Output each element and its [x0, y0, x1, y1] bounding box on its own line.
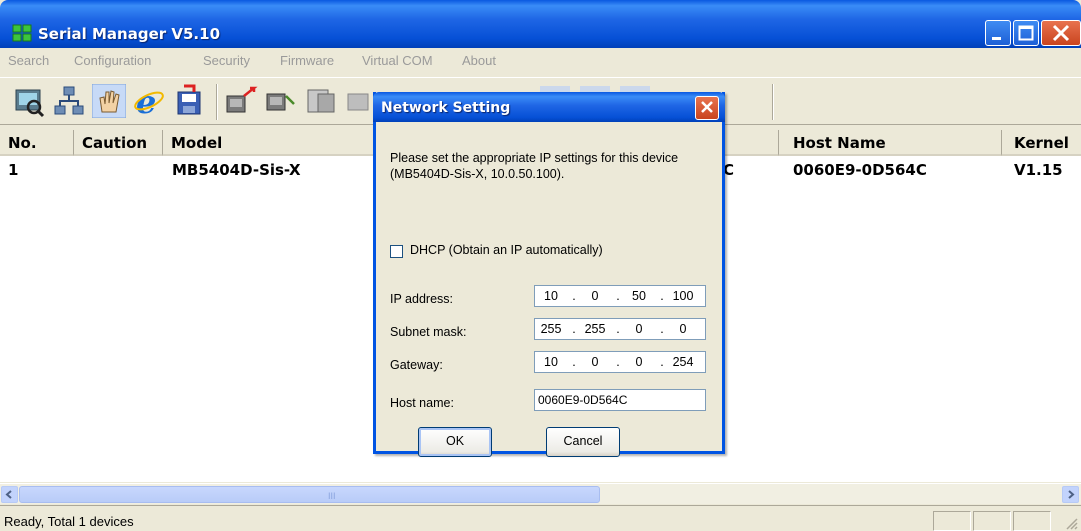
ip-dot: . [572, 289, 576, 303]
maximize-button[interactable] [1013, 20, 1039, 46]
dialog-title-bar[interactable]: Network Setting [373, 92, 725, 122]
ip-dot: . [572, 355, 576, 369]
upload-device-icon[interactable] [224, 84, 258, 118]
minimize-icon [992, 37, 1001, 40]
save-icon[interactable] [172, 84, 206, 118]
maximize-icon [1018, 25, 1034, 41]
dhcp-label[interactable]: DHCP (Obtain an IP automatically) [410, 243, 603, 257]
config-icon[interactable] [304, 84, 338, 118]
mask-octet-2[interactable]: 255 [579, 322, 611, 336]
subnet-mask-label: Subnet mask: [390, 325, 467, 339]
toolbar-separator [772, 84, 774, 120]
gw-octet-2[interactable]: 0 [579, 355, 611, 369]
mask-octet-4[interactable]: 0 [667, 322, 699, 336]
toolbar-separator [216, 84, 218, 120]
mask-octet-1[interactable]: 255 [535, 322, 567, 336]
horizontal-scrollbar[interactable]: III [0, 483, 1081, 504]
gw-octet-1[interactable]: 10 [535, 355, 567, 369]
scroll-left-button[interactable] [1, 486, 18, 503]
close-button[interactable] [1041, 20, 1081, 46]
mask-octet-3[interactable]: 0 [623, 322, 655, 336]
cell-host-name: 0060E9-0D564C [793, 161, 927, 179]
menu-about[interactable]: About [462, 53, 496, 68]
status-text: Ready, Total 1 devices [4, 514, 134, 529]
ip-dot: . [616, 289, 620, 303]
ok-button[interactable]: OK [418, 427, 492, 457]
menu-configuration[interactable]: Configuration [74, 53, 151, 68]
window-title: Serial Manager V5.10 [38, 25, 220, 43]
close-icon [701, 101, 713, 113]
status-pane [933, 511, 971, 531]
ip-dot: . [660, 355, 664, 369]
cell-model: MB5404D-Sis-X [172, 161, 301, 179]
menu-security[interactable]: Security [203, 53, 250, 68]
locate-hand-icon[interactable] [92, 84, 126, 118]
menu-firmware[interactable]: Firmware [280, 53, 334, 68]
cell-no: 1 [8, 161, 19, 179]
cancel-button[interactable]: Cancel [546, 427, 620, 457]
gw-octet-4[interactable]: 254 [667, 355, 699, 369]
status-pane [973, 511, 1011, 531]
ip-dot: . [616, 355, 620, 369]
column-header-kernel[interactable]: Kernel [1002, 130, 1081, 156]
menu-bar: Search Configuration Security Firmware V… [0, 48, 1081, 76]
search-device-icon[interactable] [12, 84, 46, 118]
status-pane [1013, 511, 1051, 531]
gateway-label: Gateway: [390, 358, 443, 372]
ip-address-label: IP address: [390, 292, 454, 306]
column-header-host-name[interactable]: Host Name [779, 130, 1002, 156]
download-device-icon[interactable] [264, 84, 298, 118]
minimize-button[interactable] [985, 20, 1011, 46]
menu-search[interactable]: Search [8, 53, 49, 68]
ip-octet-3[interactable]: 50 [623, 289, 655, 303]
column-header-no[interactable]: No. [0, 130, 74, 156]
host-name-input[interactable]: 0060E9-0D564C [534, 389, 706, 411]
ip-dot: . [660, 289, 664, 303]
ip-dot: . [572, 322, 576, 336]
dialog-body: Please set the appropriate IP settings f… [376, 122, 722, 457]
network-setting-dialog: Network Setting Please set the appropria… [373, 92, 725, 457]
subnet-mask-field[interactable]: 255 . 255 . 0 . 0 [534, 318, 706, 340]
dialog-close-button[interactable] [695, 96, 719, 120]
ip-octet-1[interactable]: 10 [535, 289, 567, 303]
status-bar: Ready, Total 1 devices [0, 505, 1081, 531]
gateway-field[interactable]: 10 . 0 . 0 . 254 [534, 351, 706, 373]
browser-icon[interactable]: e [132, 84, 166, 118]
arrow-right-icon [1068, 490, 1075, 499]
cell-kernel: V1.15 [1014, 161, 1063, 179]
close-icon [1052, 24, 1070, 42]
ip-octet-2[interactable]: 0 [579, 289, 611, 303]
ip-address-field[interactable]: 10 . 0 . 50 . 100 [534, 285, 706, 307]
dhcp-checkbox[interactable] [390, 245, 403, 258]
scroll-thumb[interactable]: III [19, 486, 600, 503]
resize-grip-icon[interactable] [1064, 516, 1078, 530]
host-name-label: Host name: [390, 396, 454, 410]
dialog-description: Please set the appropriate IP settings f… [390, 151, 679, 181]
window-title-bar[interactable]: Serial Manager V5.10 [0, 0, 1081, 48]
dialog-title: Network Setting [381, 100, 511, 116]
gw-octet-3[interactable]: 0 [623, 355, 655, 369]
ip-dot: . [616, 322, 620, 336]
scroll-grip: III [328, 491, 336, 501]
column-header-caution[interactable]: Caution [74, 130, 163, 156]
ip-dot: . [660, 322, 664, 336]
arrow-left-icon [5, 490, 12, 499]
scroll-right-button[interactable] [1062, 486, 1079, 503]
app-icon [12, 24, 32, 42]
ip-octet-4[interactable]: 100 [667, 289, 699, 303]
menu-virtual-com[interactable]: Virtual COM [362, 53, 433, 68]
network-icon[interactable] [52, 84, 86, 118]
